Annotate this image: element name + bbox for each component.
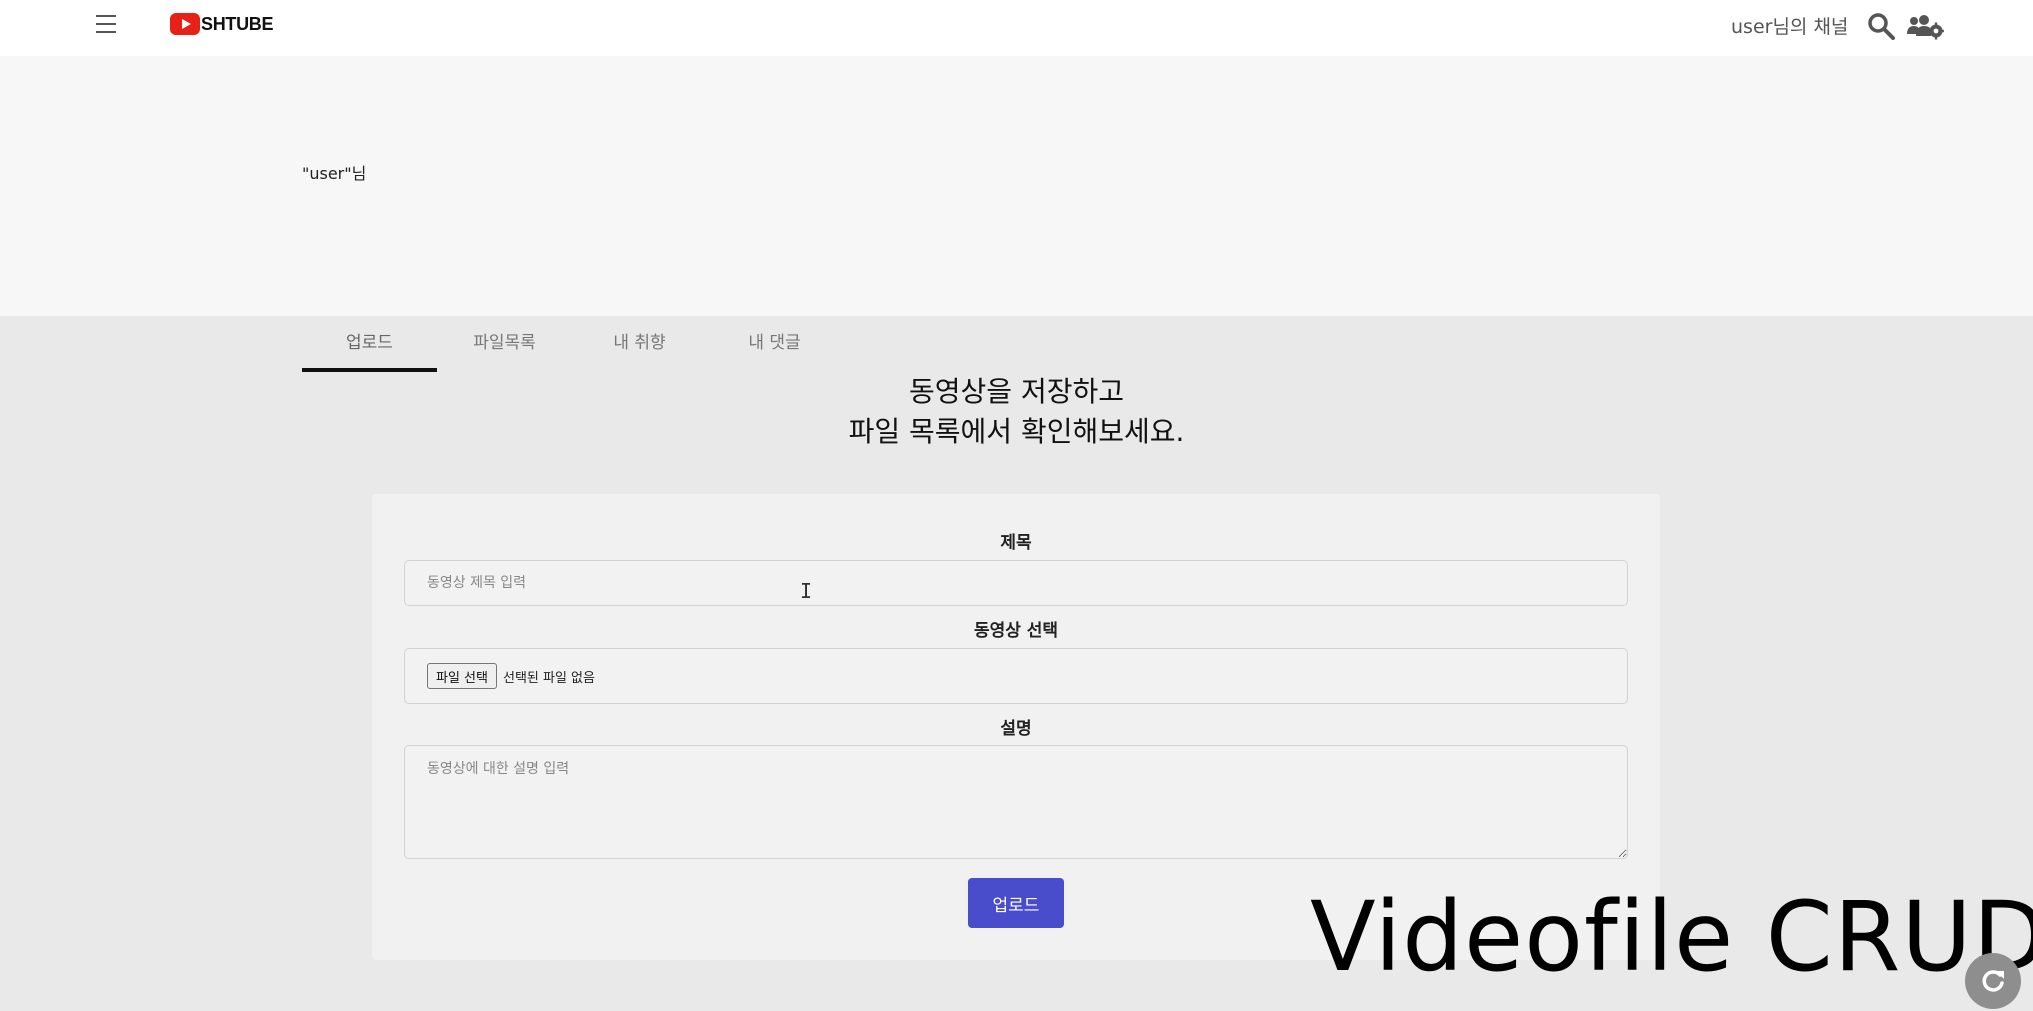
channel-name: "user"님 (302, 164, 367, 183)
title-label: 제목 (1000, 533, 1032, 553)
page: SHTUBE user님의 채널 "user"님 업로드 파일목록 내 취향 내… (0, 0, 2033, 1011)
search-icon[interactable] (1866, 12, 1896, 40)
tab-file-list[interactable]: 파일목록 (437, 310, 572, 372)
play-button-icon (170, 13, 200, 35)
tab-my-preferences[interactable]: 내 취향 (572, 310, 707, 372)
channel-tabs: 업로드 파일목록 내 취향 내 댓글 (302, 310, 842, 372)
top-navigation-bar: SHTUBE user님의 채널 (0, 0, 2033, 56)
refresh-icon (1982, 970, 2004, 992)
description-textarea[interactable] (404, 745, 1628, 859)
users-settings-icon[interactable] (1906, 12, 1944, 40)
text-cursor-icon: I (800, 579, 813, 603)
channel-header: "user"님 업로드 파일목록 내 취향 내 댓글 (0, 56, 2033, 372)
my-channel-link[interactable]: user님의 채널 (1731, 12, 1848, 39)
video-file-picker: 파일 선택 선택된 파일 없음 (404, 648, 1628, 704)
logo-text: SHTUBE (201, 13, 274, 34)
description-label: 설명 (1000, 719, 1032, 739)
refresh-button[interactable] (1965, 953, 2021, 1009)
logo[interactable]: SHTUBE (170, 10, 274, 38)
headline-line-1: 동영상을 저장하고 (909, 375, 1124, 408)
headline-line-2: 파일 목록에서 확인해보세요. (848, 415, 1185, 448)
tab-upload[interactable]: 업로드 (302, 310, 437, 372)
upload-headline: 동영상을 저장하고 파일 목록에서 확인해보세요. (0, 372, 2033, 452)
file-status-text: 선택된 파일 없음 (502, 670, 595, 686)
hamburger-menu-icon[interactable] (96, 15, 116, 33)
upload-submit-button[interactable]: 업로드 (968, 878, 1064, 928)
choose-file-button[interactable]: 파일 선택 (427, 663, 497, 689)
video-select-label: 동영상 선택 (973, 621, 1059, 641)
tab-my-comments[interactable]: 내 댓글 (707, 310, 842, 372)
title-input[interactable] (404, 560, 1628, 606)
overlay-caption: Videofile CRUD (1310, 881, 2033, 993)
